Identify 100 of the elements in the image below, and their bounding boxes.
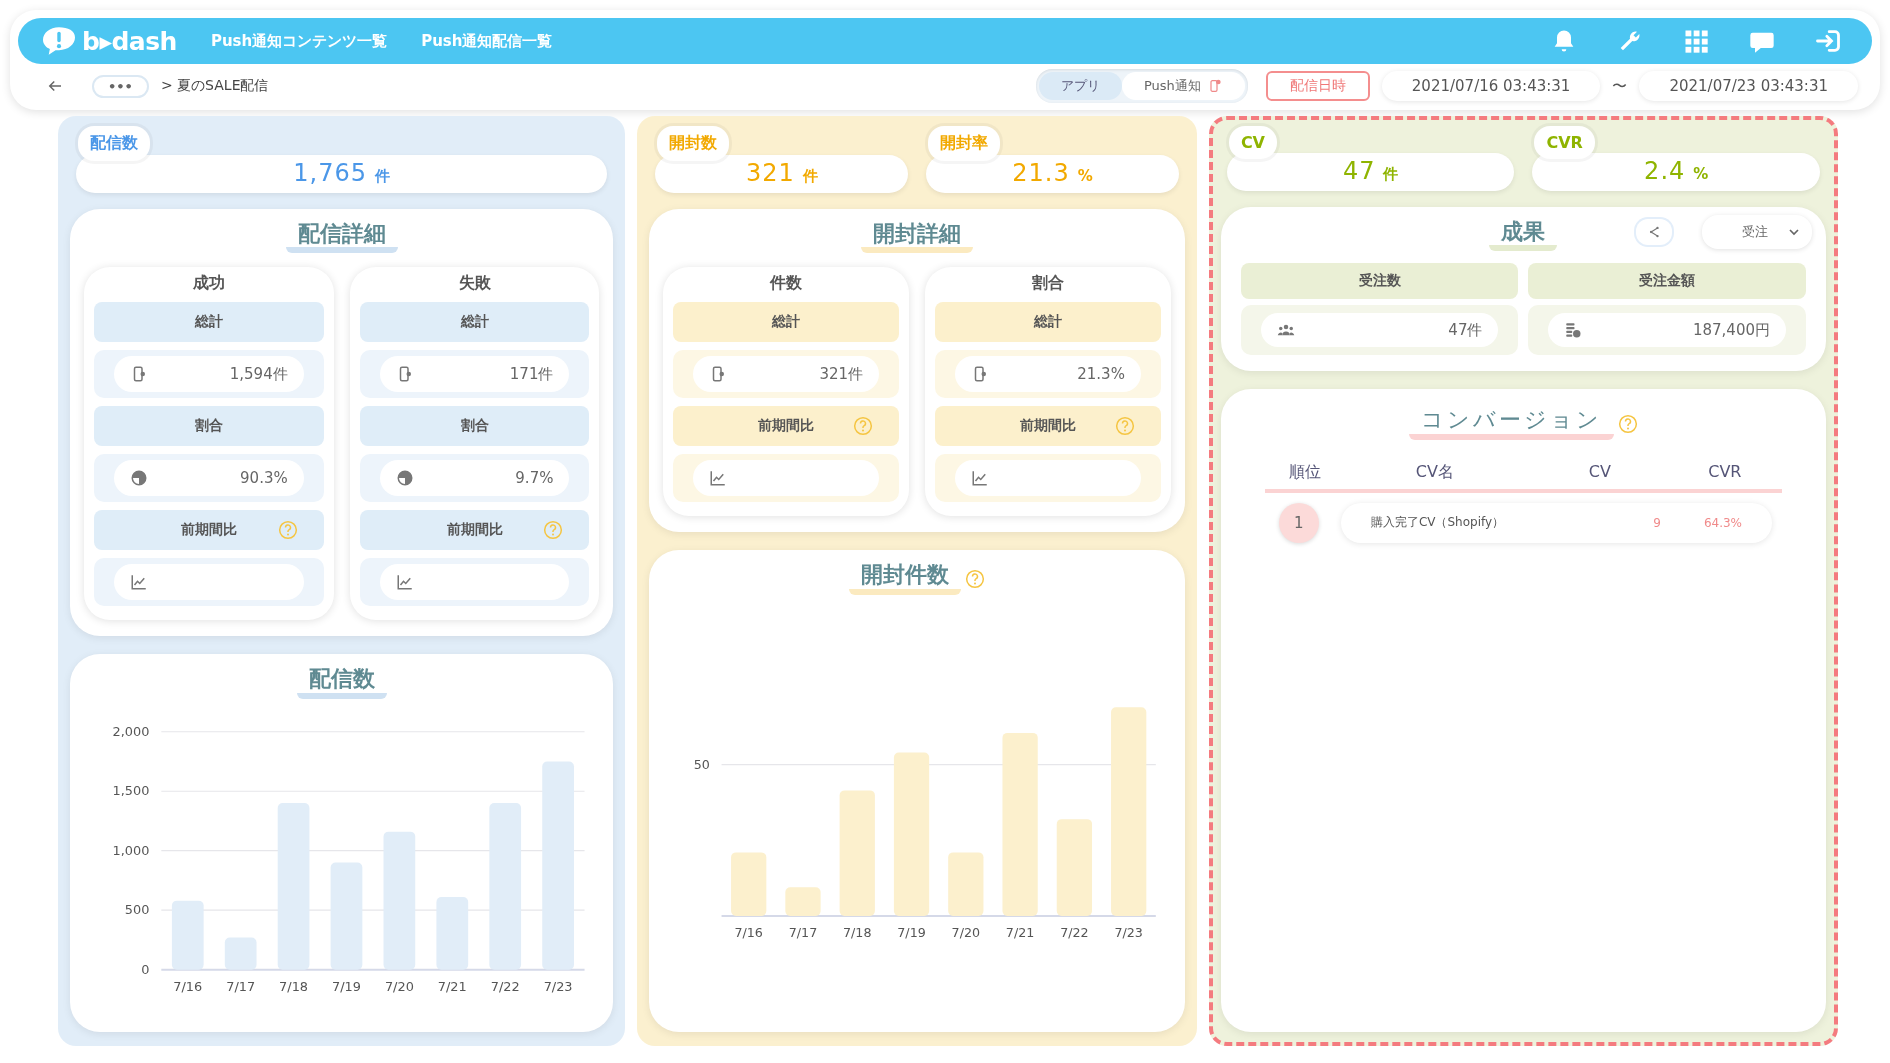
help-icon[interactable] bbox=[543, 520, 564, 541]
row-header: 総計 bbox=[194, 313, 223, 332]
line-chart-icon bbox=[395, 573, 414, 592]
metric-value: 321 件 bbox=[655, 155, 909, 193]
breadcrumb: > 夏のSALE配信 bbox=[160, 77, 269, 95]
axis-label: 7/23 bbox=[1114, 925, 1144, 941]
row-header: 前期間比 bbox=[758, 417, 815, 436]
row-header: 前期間比 bbox=[1020, 417, 1076, 436]
axis-label: 7/20 bbox=[952, 925, 981, 941]
axis-label: 50 bbox=[694, 756, 711, 772]
date-label: 配信日時 bbox=[1265, 71, 1370, 101]
axis-label: 7/17 bbox=[226, 979, 256, 995]
date-field[interactable]: 2021/07/23 03:43:31 bbox=[1639, 71, 1858, 101]
share-icon bbox=[1647, 225, 1661, 239]
group-title: 件数 bbox=[768, 273, 804, 295]
value-text: 9.7% bbox=[515, 469, 554, 488]
section-title: 開封件数 bbox=[849, 562, 962, 595]
help-icon[interactable] bbox=[965, 568, 986, 589]
row-header: 受注金額 bbox=[1639, 272, 1696, 291]
metric-value: 47 件 bbox=[1226, 153, 1515, 191]
bar bbox=[948, 852, 984, 916]
toggle-option[interactable]: Push通知 bbox=[1121, 72, 1245, 100]
bar bbox=[731, 852, 767, 916]
row-header: 前期間比 bbox=[446, 521, 503, 540]
pie-chart-icon bbox=[130, 469, 148, 488]
group-title: 割合 bbox=[1031, 273, 1065, 295]
column-header: 順位 bbox=[1287, 461, 1322, 483]
value-text: 47件 bbox=[1448, 320, 1483, 340]
dropdown[interactable]: 受注 bbox=[1702, 215, 1812, 249]
logo-icon[interactable] bbox=[40, 25, 78, 57]
axis-label: 500 bbox=[124, 901, 150, 917]
bar bbox=[171, 900, 204, 970]
axis-label: 1,500 bbox=[112, 782, 150, 798]
axis-label: 7/18 bbox=[843, 925, 872, 941]
help-icon[interactable] bbox=[853, 416, 874, 437]
axis-label: 7/16 bbox=[734, 925, 764, 941]
table-cell-text: 購入完了CV（Shopify） bbox=[1370, 514, 1506, 532]
line-chart-icon bbox=[971, 469, 990, 488]
section-title: 配信詳細 bbox=[285, 221, 398, 254]
row-header: 総計 bbox=[460, 313, 489, 332]
help-icon[interactable] bbox=[1617, 413, 1638, 434]
axis-label: 7/19 bbox=[332, 979, 361, 995]
axis-label: 2,000 bbox=[112, 723, 150, 739]
row-header: 前期間比 bbox=[180, 521, 237, 540]
section-title: 開封詳細 bbox=[861, 221, 974, 254]
axis-label: 7/20 bbox=[384, 979, 414, 995]
axis-label: 7/19 bbox=[897, 925, 927, 941]
bar bbox=[224, 937, 257, 970]
axis-label: 0 bbox=[141, 961, 150, 977]
bar bbox=[785, 887, 822, 916]
metric-label: 開封数 bbox=[657, 126, 730, 161]
metric-value: 1,765 件 bbox=[76, 155, 608, 193]
row-header: 割合 bbox=[194, 417, 223, 436]
value-text: 171件 bbox=[509, 364, 554, 384]
table-cell-text: 9 bbox=[1652, 515, 1661, 530]
table-cell-text: 64.3% bbox=[1702, 515, 1742, 530]
value-text: 1,594件 bbox=[229, 364, 288, 384]
date-field[interactable]: 2021/07/16 03:43:31 bbox=[1381, 71, 1601, 101]
section-title: コンバージョン bbox=[1408, 407, 1614, 440]
line-chart-icon bbox=[130, 573, 148, 592]
table-row[interactable]: 購入完了CV（Shopify） 9 64.3% bbox=[1340, 502, 1772, 543]
rank-badge: 1 bbox=[1278, 502, 1319, 543]
row-header: 総計 bbox=[1034, 313, 1062, 332]
coins-icon bbox=[1564, 321, 1583, 340]
group-title: 失敗 bbox=[457, 273, 492, 295]
pie-chart-icon bbox=[395, 469, 414, 488]
metric-label: CV bbox=[1228, 126, 1277, 159]
metric-value: 2.4 % bbox=[1532, 153, 1820, 191]
help-icon[interactable] bbox=[277, 520, 298, 541]
toggle-option[interactable]: アプリ bbox=[1038, 72, 1122, 100]
column-header: CV名 bbox=[1414, 461, 1455, 483]
value-text: 90.3% bbox=[240, 469, 288, 488]
row-header: 総計 bbox=[772, 313, 801, 332]
value-text: 321件 bbox=[819, 364, 864, 384]
range-separator: 〜 bbox=[1612, 76, 1628, 96]
more-button[interactable]: ••• bbox=[92, 74, 149, 98]
section-title: 成果 bbox=[1489, 219, 1558, 252]
column-header: CVR bbox=[1707, 461, 1743, 483]
axis-label: 7/21 bbox=[1006, 925, 1035, 941]
help-icon[interactable] bbox=[1114, 416, 1135, 437]
share-button[interactable] bbox=[1636, 219, 1672, 245]
axis-label: 7/22 bbox=[1060, 925, 1090, 941]
axis-label: 7/18 bbox=[279, 979, 309, 995]
section-title: 配信数 bbox=[296, 666, 387, 699]
value-text: 187,400円 bbox=[1692, 320, 1770, 340]
metric-value: 21.3 % bbox=[926, 155, 1179, 193]
value-text: 21.3% bbox=[1077, 365, 1125, 384]
metric-label: CVR bbox=[1534, 126, 1595, 159]
axis-label: 7/17 bbox=[789, 925, 818, 941]
line-chart-icon bbox=[709, 469, 728, 488]
metric-label: 配信数 bbox=[78, 126, 150, 161]
row-header: 受注数 bbox=[1358, 272, 1401, 291]
axis-label: 1,000 bbox=[112, 842, 150, 858]
axis-label: 7/16 bbox=[173, 979, 203, 995]
metric-label: 開封率 bbox=[928, 126, 1001, 161]
group-title: 成功 bbox=[191, 273, 226, 295]
axis-label: 7/21 bbox=[437, 979, 467, 995]
column-header: CV bbox=[1587, 461, 1612, 483]
row-header: 割合 bbox=[460, 417, 489, 436]
logout-icon[interactable] bbox=[1814, 27, 1842, 55]
